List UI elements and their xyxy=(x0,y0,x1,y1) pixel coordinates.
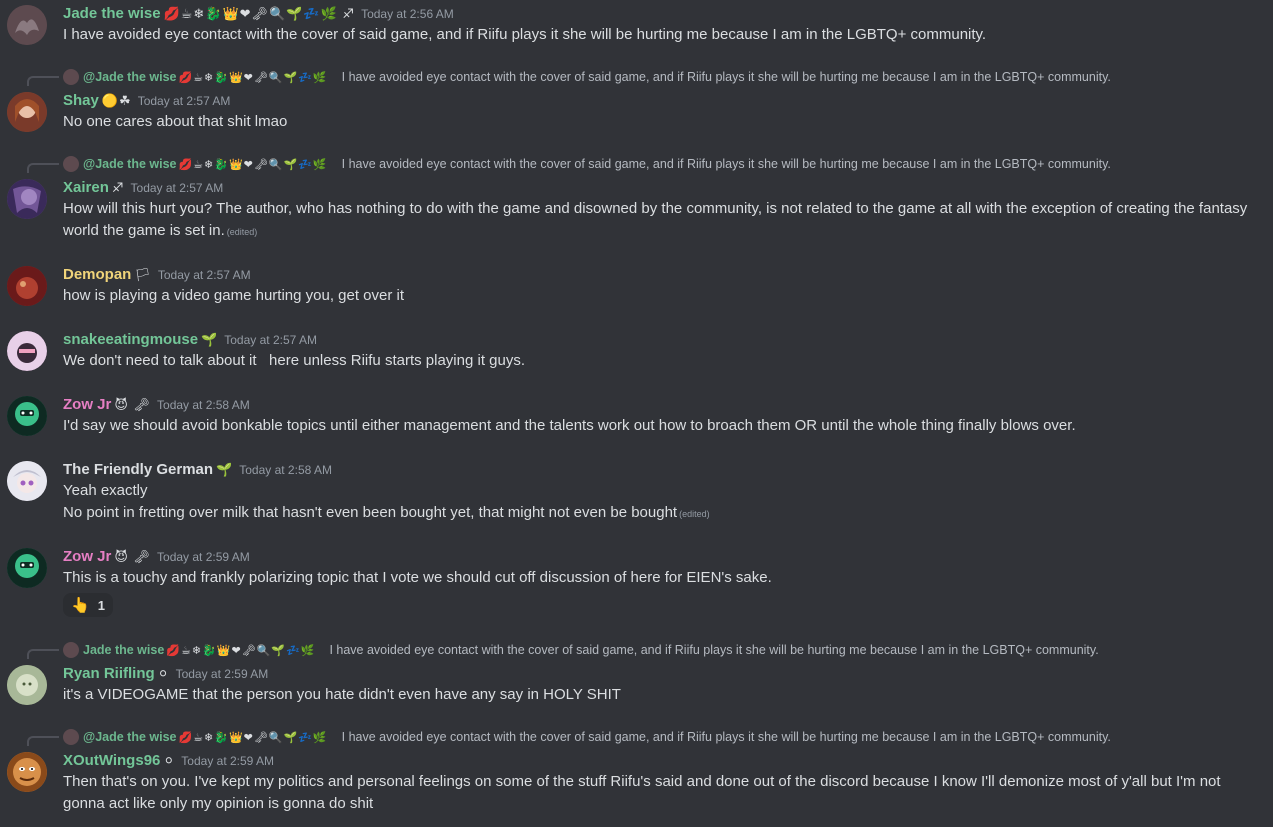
avatar[interactable] xyxy=(7,266,47,306)
reply-preview[interactable]: Jade the wise 💋☕❄🐉👑❤🗝🔍🌱💤🌿 I have avoided… xyxy=(27,642,1099,659)
reply-text[interactable]: I have avoided eye contact with the cove… xyxy=(342,157,1111,171)
user-emoji-badges: ♐ xyxy=(111,180,125,195)
message-content: We don't need to talk about it here unle… xyxy=(63,352,526,369)
user-emoji-badges: 😈 🗝 xyxy=(114,397,152,412)
timestamp[interactable]: Today at 2:57 AM xyxy=(158,264,251,286)
username[interactable]: XOutWings96 xyxy=(63,750,160,772)
username[interactable]: Zow Jr xyxy=(63,394,111,416)
timestamp[interactable]: Today at 2:59 AM xyxy=(181,750,274,772)
reply-username[interactable]: Jade the wise xyxy=(83,643,164,657)
reply-username[interactable]: @Jade the wise xyxy=(83,70,176,84)
message-content: Yeah exactly xyxy=(63,482,148,499)
timestamp[interactable]: Today at 2:58 AM xyxy=(239,459,332,481)
timestamp[interactable]: Today at 2:57 AM xyxy=(138,90,231,112)
message-content: it's a VIDEOGAME that the person you hat… xyxy=(63,686,621,703)
avatar[interactable] xyxy=(7,665,47,705)
reaction-count: 1 xyxy=(97,597,105,613)
username[interactable]: Jade the wise xyxy=(63,3,161,25)
reply-avatar xyxy=(63,642,79,658)
user-emoji-badges: 🌱 xyxy=(201,332,219,347)
reply-preview[interactable]: @Jade the wise 💋☕❄🐉👑❤🗝🔍🌱💤🌿 I have avoide… xyxy=(27,69,1111,86)
avatar[interactable] xyxy=(7,92,47,132)
message-content: No point in fretting over milk that hasn… xyxy=(63,502,1253,525)
username[interactable]: The Friendly German xyxy=(63,459,213,481)
reply-emoji-badges: 💋☕❄🐉👑❤🗝🔍🌱💤🌿 xyxy=(178,71,328,84)
avatar[interactable] xyxy=(7,179,47,219)
avatar[interactable] xyxy=(7,461,47,501)
reply-avatar xyxy=(63,156,79,172)
username[interactable]: snakeeatingmouse xyxy=(63,329,198,351)
reply-avatar xyxy=(63,729,79,745)
timestamp[interactable]: Today at 2:57 AM xyxy=(131,177,224,199)
user-emoji-badges: 💋☕❄🐉👑❤🗝🔍🌱💤🌿 ♐ xyxy=(163,6,356,21)
reply-emoji-badges: 💋☕❄🐉👑❤🗝🔍🌱💤🌿 xyxy=(178,731,328,744)
reply-spine xyxy=(27,163,59,173)
avatar[interactable] xyxy=(7,331,47,371)
username[interactable]: Ryan Riifling xyxy=(63,663,155,685)
reply-emoji-badges: 💋☕❄🐉👑❤🗝🔍🌱💤🌿 xyxy=(178,158,328,171)
user-emoji-badges: 🟡☘ xyxy=(101,93,132,108)
user-emoji-badges: ⚪ xyxy=(163,753,176,768)
message-content: This is a touchy and frankly polarizing … xyxy=(63,569,772,586)
avatar[interactable] xyxy=(7,548,47,588)
message-text: No point in fretting over milk that hasn… xyxy=(63,504,678,521)
username[interactable]: Demopan xyxy=(63,264,131,286)
reaction-button[interactable]: 👆 1 xyxy=(63,593,113,617)
timestamp[interactable]: Today at 2:56 AM xyxy=(361,3,454,25)
message-content: how is playing a video game hurting you,… xyxy=(63,287,405,304)
reply-username[interactable]: @Jade the wise xyxy=(83,157,176,171)
reply-spine xyxy=(27,649,59,659)
user-emoji-badges: 🌱 xyxy=(216,462,234,477)
user-emoji-badges: 😈 🗝 xyxy=(114,549,152,564)
reply-text[interactable]: I have avoided eye contact with the cove… xyxy=(342,70,1111,84)
reply-username[interactable]: @Jade the wise xyxy=(83,730,176,744)
reply-text[interactable]: I have avoided eye contact with the cove… xyxy=(329,643,1098,657)
edited-label[interactable]: (edited) xyxy=(227,227,258,237)
username[interactable]: Zow Jr xyxy=(63,546,111,568)
avatar[interactable] xyxy=(7,752,47,792)
reply-spine xyxy=(27,76,59,86)
reply-preview[interactable]: @Jade the wise 💋☕❄🐉👑❤🗝🔍🌱💤🌿 I have avoide… xyxy=(27,156,1111,173)
message-content: How will this hurt you? The author, who … xyxy=(63,198,1253,243)
reply-avatar xyxy=(63,69,79,85)
message-content: I have avoided eye contact with the cove… xyxy=(63,26,987,43)
username[interactable]: Xairen xyxy=(63,177,109,199)
user-emoji-badges: 🏳 xyxy=(134,267,152,282)
reply-text[interactable]: I have avoided eye contact with the cove… xyxy=(342,730,1111,744)
username[interactable]: Shay xyxy=(63,90,99,112)
avatar[interactable] xyxy=(7,5,47,45)
reply-preview[interactable]: @Jade the wise 💋☕❄🐉👑❤🗝🔍🌱💤🌿 I have avoide… xyxy=(27,729,1111,746)
avatar[interactable] xyxy=(7,396,47,436)
timestamp[interactable]: Today at 2:59 AM xyxy=(176,663,269,685)
user-emoji-badges: ⚪ xyxy=(157,666,170,681)
reply-spine xyxy=(27,736,59,746)
timestamp[interactable]: Today at 2:58 AM xyxy=(157,394,250,416)
message-content: No one cares about that shit lmao xyxy=(63,113,288,130)
message-content: I'd say we should avoid bonkable topics … xyxy=(63,417,1076,434)
reply-emoji-badges: 💋☕❄🐉👑❤🗝🔍🌱💤🌿 xyxy=(166,644,316,657)
edited-label[interactable]: (edited) xyxy=(679,509,710,519)
pointing-up-icon: 👆 xyxy=(71,597,90,614)
message-content: Then that's on you. I've kept my politic… xyxy=(63,773,1225,812)
timestamp[interactable]: Today at 2:59 AM xyxy=(157,546,250,568)
timestamp[interactable]: Today at 2:57 AM xyxy=(224,329,317,351)
